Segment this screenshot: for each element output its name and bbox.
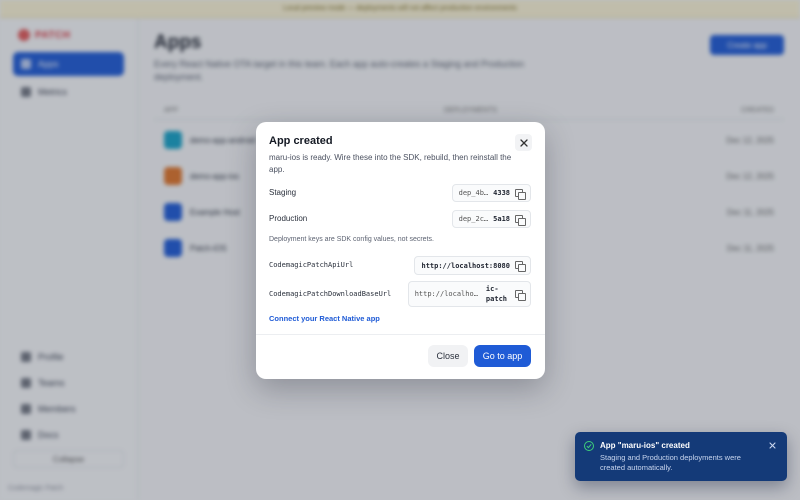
- download-url-prefix: http://localho…: [414, 290, 478, 298]
- download-url-label: CodemagicPatchDownloadBaseUrl: [269, 290, 392, 298]
- production-key-prefix: dep_2c…: [458, 215, 489, 223]
- dialog-title: App created: [269, 135, 333, 147]
- go-to-app-button[interactable]: Go to app: [474, 345, 531, 367]
- production-label: Production: [269, 214, 308, 223]
- staging-key-prefix: dep_4b…: [458, 189, 489, 197]
- deployment-keys-note: Deployment keys are SDK config values, n…: [269, 236, 434, 243]
- staging-key-suffix: 4338: [493, 189, 510, 197]
- close-button[interactable]: Close: [428, 345, 468, 367]
- success-toast: App "maru-ios" created Staging and Produ…: [575, 432, 787, 481]
- toast-message: Staging and Production deployments were …: [600, 453, 741, 472]
- dialog-divider: [256, 334, 545, 335]
- copy-icon[interactable]: [515, 214, 526, 226]
- staging-label: Staging: [269, 188, 297, 197]
- staging-key-field: dep_4b… 4338: [451, 184, 531, 202]
- download-url-field: http://localho… ic- patch: [407, 281, 531, 307]
- api-url-field: http://localhost:8080: [414, 256, 531, 275]
- copy-icon[interactable]: [515, 261, 526, 272]
- production-key-suffix: 5a18: [493, 215, 510, 223]
- app-created-dialog: App created maru-ios is ready. Wire thes…: [256, 122, 545, 379]
- copy-icon[interactable]: [515, 289, 526, 301]
- toast-title: App "maru-ios" created: [600, 441, 690, 450]
- production-key-field: dep_2c… 5a18: [451, 210, 531, 228]
- download-url-suffix: ic- patch: [486, 284, 507, 304]
- close-icon: [519, 138, 528, 147]
- connect-react-native-link[interactable]: Connect your React Native app: [269, 314, 380, 323]
- api-url-label: CodemagicPatchApiUrl: [269, 261, 354, 269]
- close-icon: [769, 442, 776, 449]
- check-circle-icon: [584, 441, 594, 451]
- download-url-suffix-line1: ic-: [485, 285, 499, 293]
- api-url-value: http://localhost:8080: [421, 261, 510, 270]
- copy-icon[interactable]: [515, 188, 526, 200]
- dialog-description: maru-ios is ready. Wire these into the S…: [269, 153, 512, 174]
- toast-dismiss-button[interactable]: [768, 441, 777, 450]
- download-url-suffix-line2: patch: [485, 295, 507, 303]
- dialog-close-button[interactable]: [515, 134, 532, 151]
